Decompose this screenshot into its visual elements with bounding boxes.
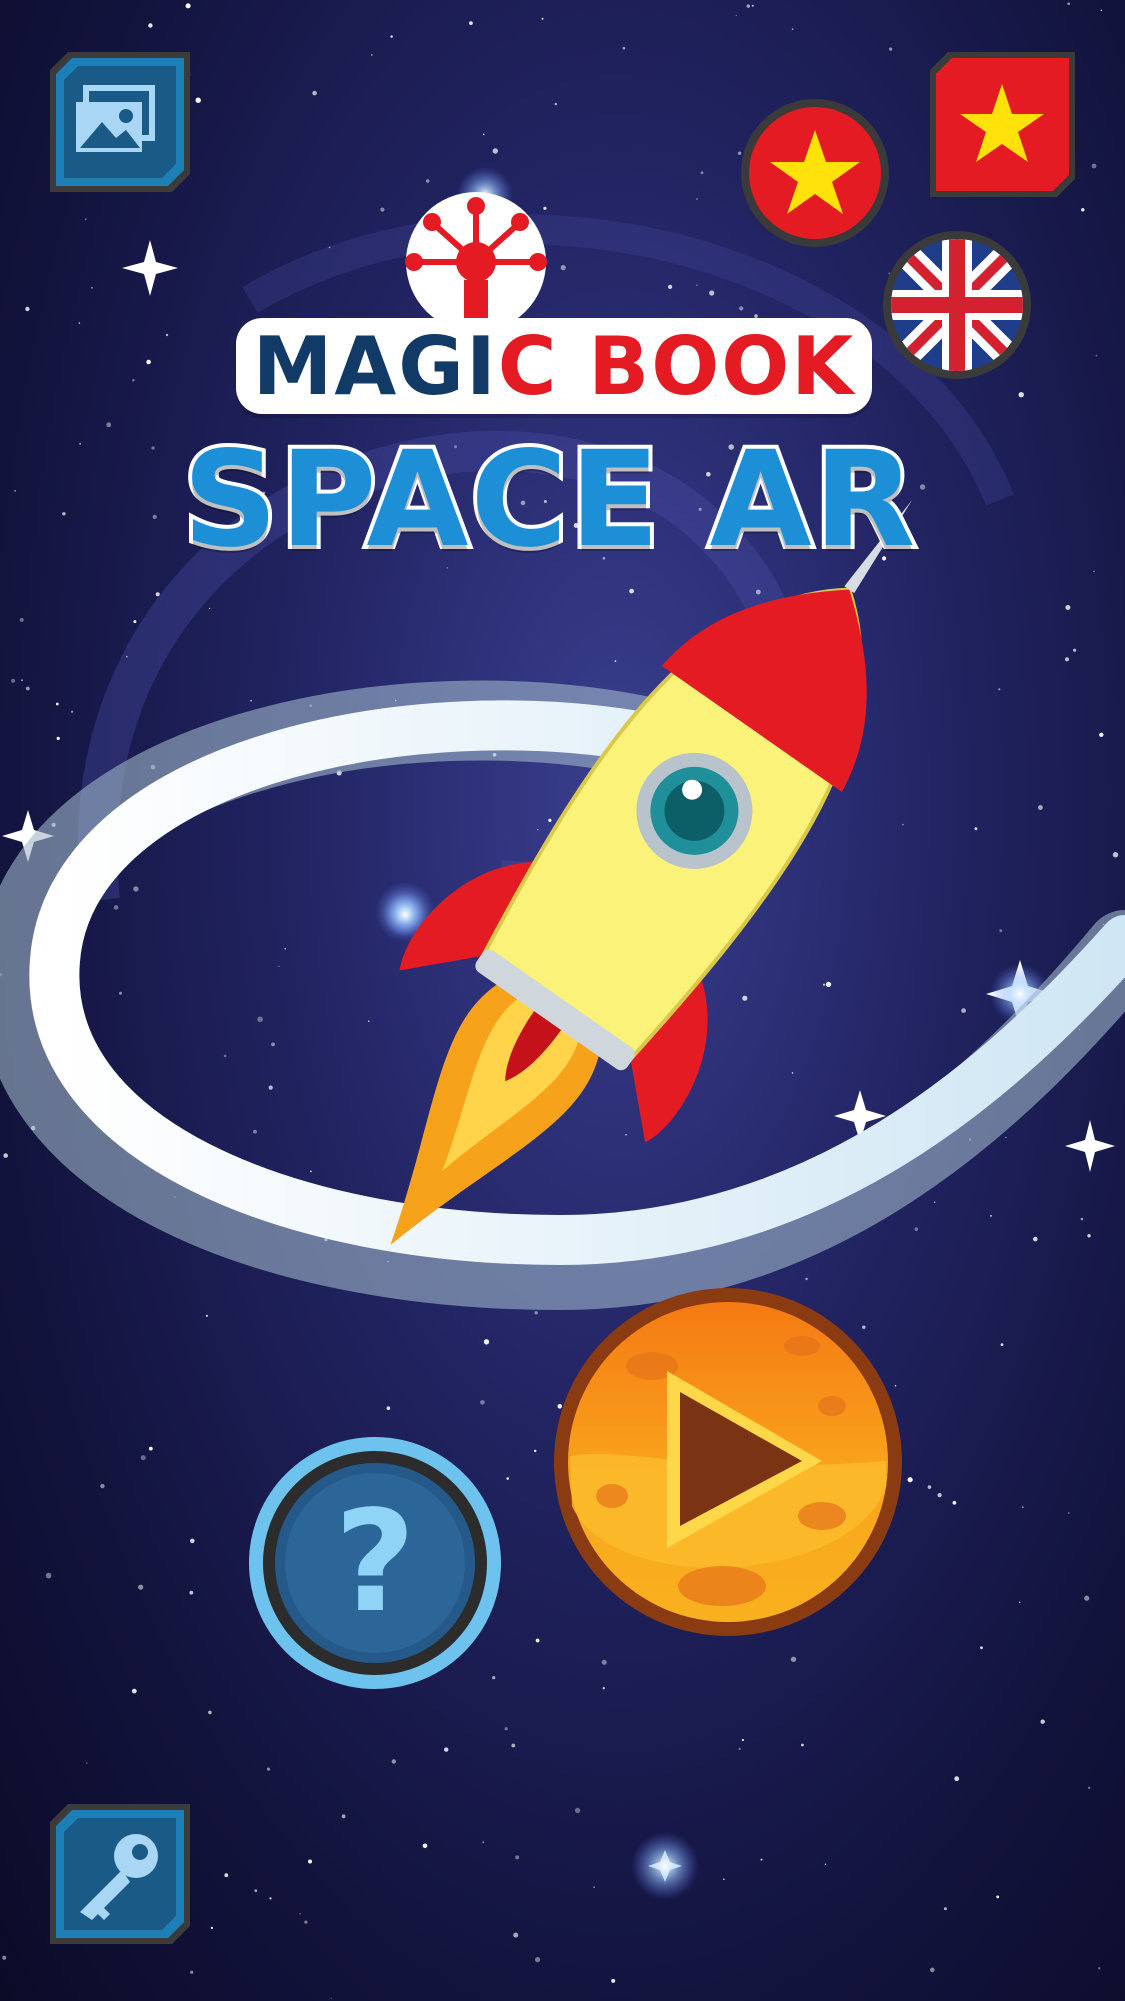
key-button[interactable] — [50, 1804, 190, 1944]
logo-magic-part2: C BOOK — [497, 319, 856, 413]
vietnam-flag-icon — [930, 52, 1075, 197]
language-english-button[interactable] — [882, 230, 1032, 380]
key-icon — [50, 1804, 190, 1944]
language-vietnamese-round-button[interactable] — [740, 98, 890, 248]
gallery-button[interactable] — [50, 52, 190, 192]
logo-magic-part1: MAGI — [252, 319, 498, 413]
logo-magic-book: MAGI C BOOK — [236, 318, 872, 414]
play-button[interactable] — [552, 1286, 904, 1638]
help-button[interactable]: ? — [248, 1436, 502, 1690]
logo-space-ar: SPACE AR — [179, 419, 920, 581]
uk-flag-icon — [883, 231, 1031, 379]
vietnam-flag-icon — [741, 99, 889, 247]
gallery-icon — [50, 52, 190, 192]
help-label: ? — [334, 1481, 416, 1644]
play-icon — [554, 1288, 902, 1636]
language-vietnamese-square-button[interactable] — [930, 52, 1075, 197]
